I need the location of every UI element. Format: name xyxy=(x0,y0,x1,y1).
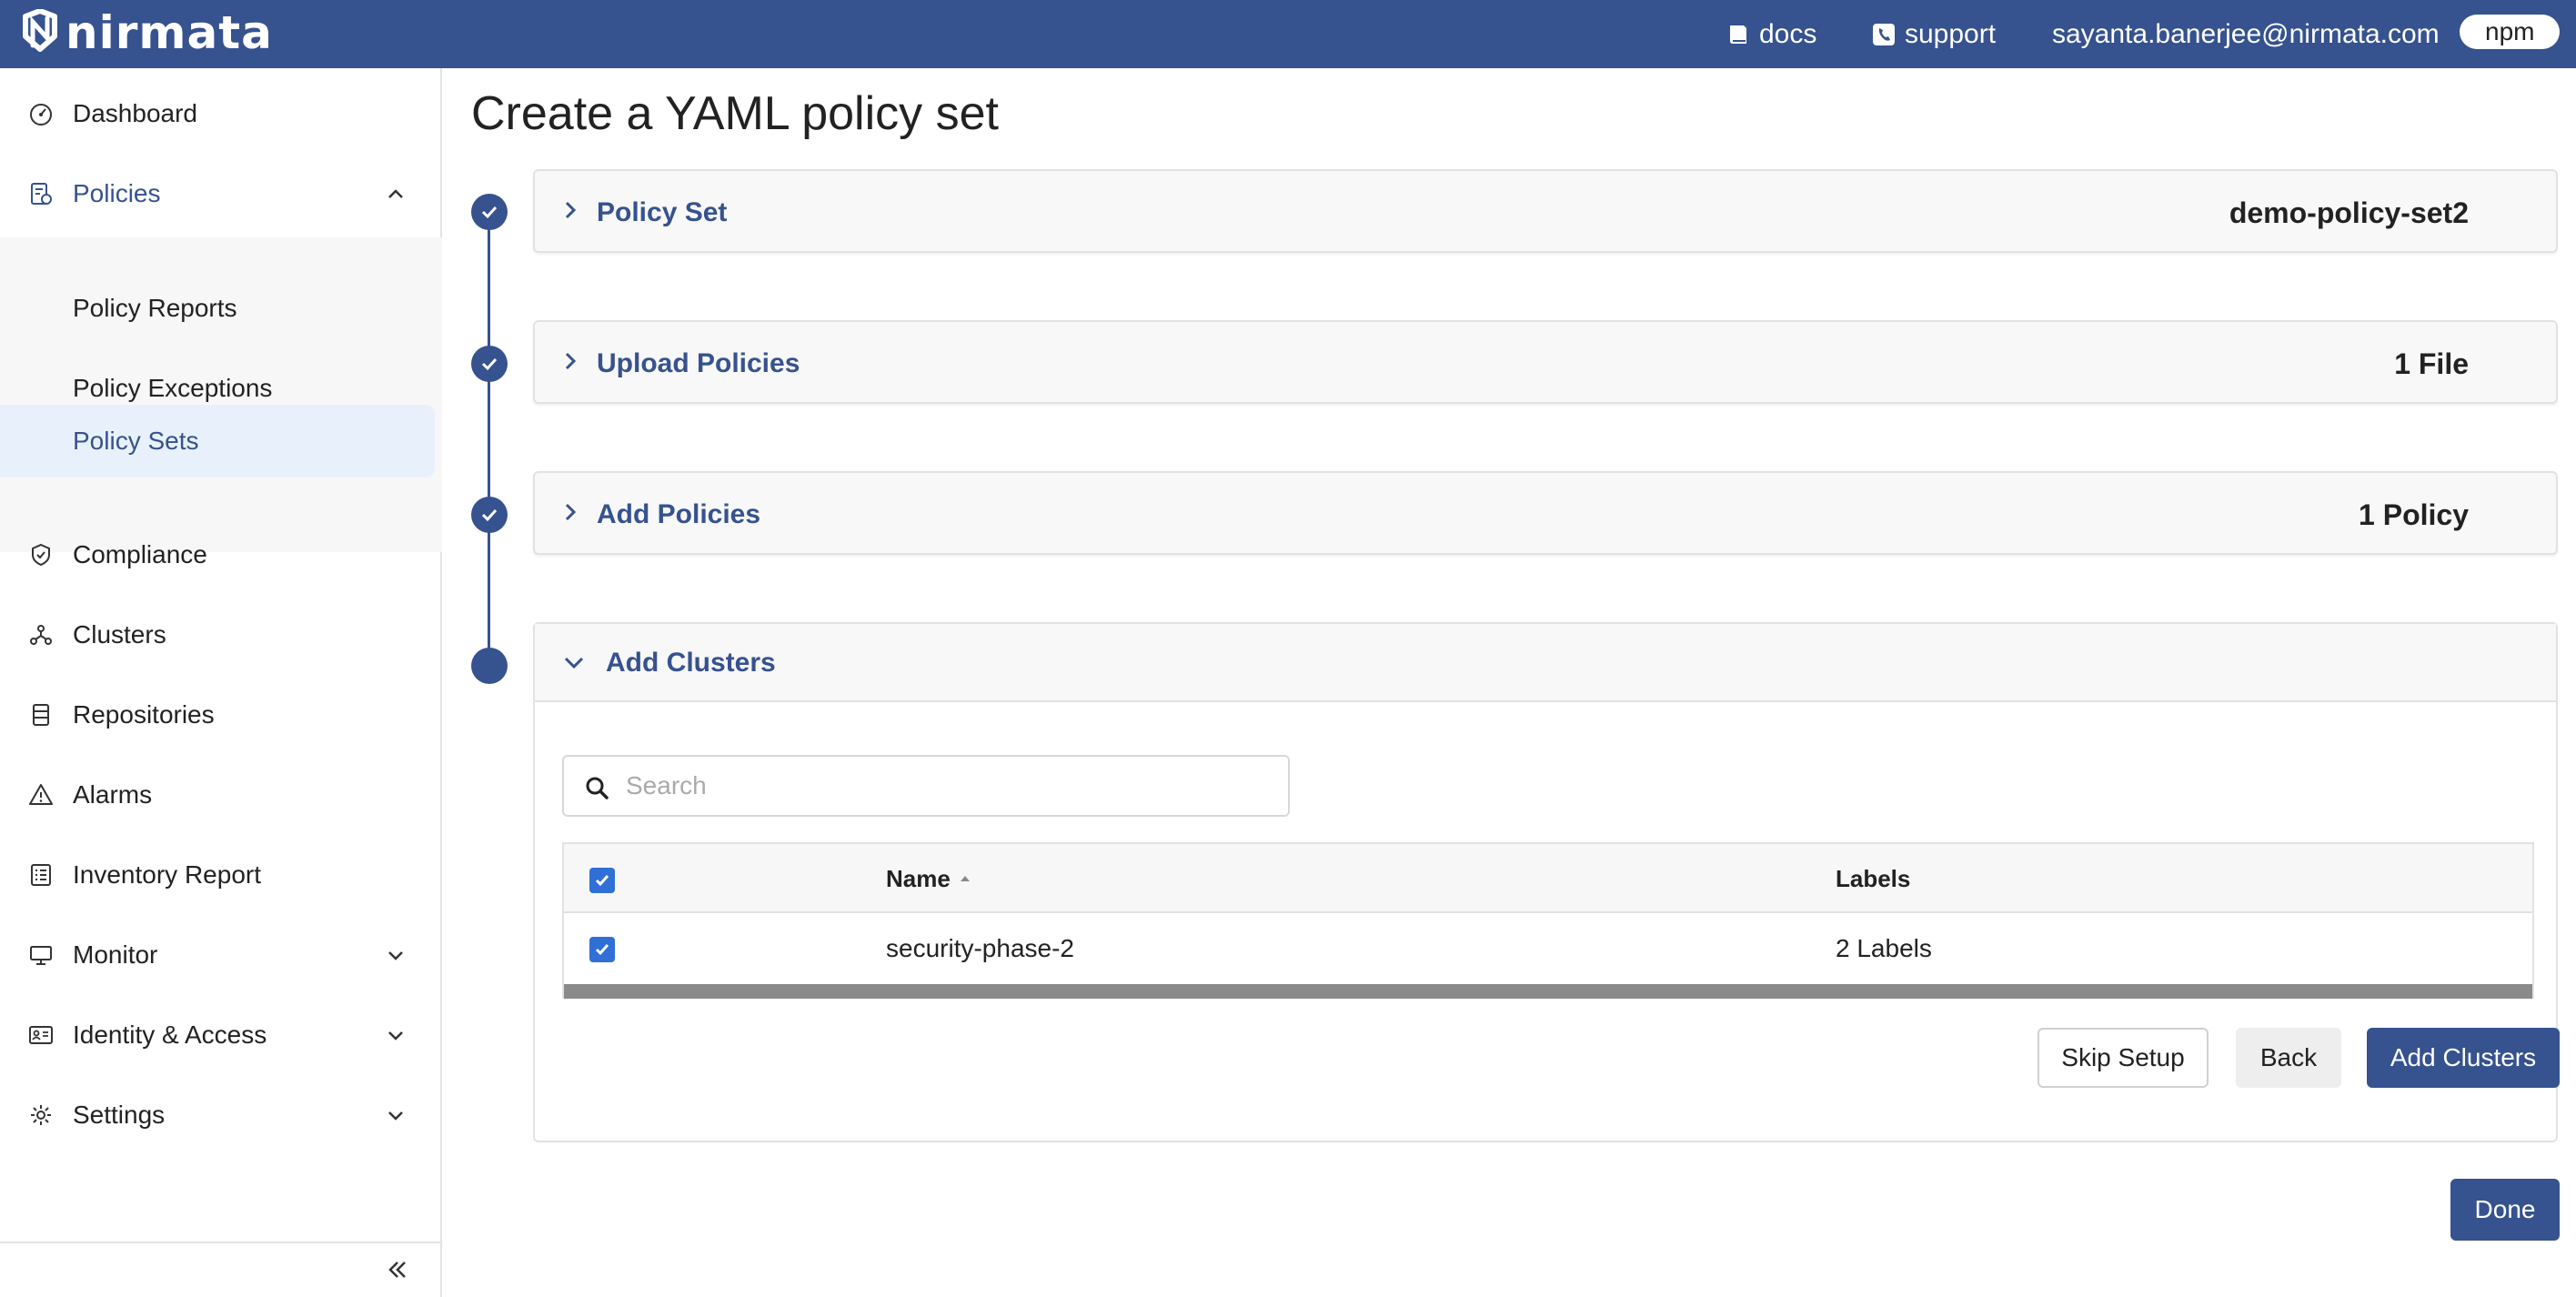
sidebar-item-identity-access[interactable]: Identity & Access xyxy=(0,1008,442,1062)
back-button[interactable]: Back xyxy=(2236,1028,2341,1088)
sidebar-item-label: Alarms xyxy=(73,780,153,809)
search-icon xyxy=(582,773,611,802)
chevron-right-icon[interactable] xyxy=(557,196,584,224)
sidebar-item-compliance[interactable]: Compliance xyxy=(0,528,442,582)
chevron-down-icon[interactable] xyxy=(382,941,409,969)
step-panel-add-policies[interactable]: Add Policies 1 Policy xyxy=(533,471,2558,555)
table-row[interactable]: security-phase-2 2 Labels xyxy=(564,913,2532,984)
done-button[interactable]: Done xyxy=(2450,1179,2560,1241)
docs-label: docs xyxy=(1759,18,1817,49)
add-clusters-button[interactable]: Add Clusters xyxy=(2367,1028,2560,1088)
step-complete-indicator xyxy=(471,346,508,382)
step-summary: 1 Policy xyxy=(2359,498,2469,531)
column-header-name[interactable]: Name xyxy=(886,844,972,913)
gear-icon xyxy=(27,1101,55,1129)
step-title: Add Policies xyxy=(597,499,761,529)
sidebar-item-settings[interactable]: Settings xyxy=(0,1088,442,1142)
column-header-labels[interactable]: Labels xyxy=(1836,844,1910,913)
nirmata-logo[interactable]: nirmata xyxy=(18,5,273,60)
sidebar-item-label: Inventory Report xyxy=(73,860,261,889)
step-summary: 1 File xyxy=(2394,347,2469,380)
step-panel-header[interactable]: Add Clusters xyxy=(535,624,2556,702)
dashboard-icon xyxy=(27,100,55,127)
docs-link[interactable]: docs xyxy=(1726,0,1816,68)
sidebar-item-dashboard[interactable]: Dashboard xyxy=(0,86,442,141)
page-title: Create a YAML policy set xyxy=(471,87,999,140)
support-label: support xyxy=(1905,18,1997,49)
monitor-icon xyxy=(27,941,55,969)
sidebar-subitem-policy-reports[interactable]: Policy Reports xyxy=(73,281,237,336)
id-card-icon xyxy=(27,1021,55,1049)
horizontal-scrollbar[interactable] xyxy=(564,984,2532,999)
sidebar-item-label: Clusters xyxy=(73,620,166,648)
sidebar-item-label: Dashboard xyxy=(73,99,197,127)
column-header-label: Name xyxy=(886,864,951,892)
sidebar-item-monitor[interactable]: Monitor xyxy=(0,928,442,982)
shield-check-icon xyxy=(27,541,55,568)
check-icon xyxy=(595,875,609,887)
row-checkbox[interactable] xyxy=(589,937,615,962)
table-header: Name Labels xyxy=(564,844,2532,913)
sidebar-subitem-policy-sets[interactable]: Policy Sets xyxy=(73,414,199,468)
brand-name: nirmata xyxy=(65,6,273,59)
search-input[interactable] xyxy=(626,766,1263,806)
book-icon xyxy=(1730,25,1746,44)
sidebar-subitem-policy-exceptions[interactable]: Policy Exceptions xyxy=(73,361,272,416)
step-complete-indicator xyxy=(471,497,508,533)
step-panel-add-clusters: Add Clusters Name Labels security-phase-… xyxy=(533,622,2560,1142)
cluster-name: security-phase-2 xyxy=(886,934,1074,962)
step-panel-policy-set[interactable]: Policy Set demo-policy-set2 xyxy=(533,169,2558,253)
step-panel-upload-policies[interactable]: Upload Policies 1 File xyxy=(533,320,2558,404)
chevron-down-icon[interactable] xyxy=(382,1021,409,1049)
check-icon xyxy=(481,508,498,522)
sidebar: Dashboard Policies Policy Reports Policy… xyxy=(0,68,442,1297)
org-pill[interactable]: npm xyxy=(2460,15,2561,49)
sidebar-item-label: Settings xyxy=(73,1101,166,1129)
cluster-search xyxy=(562,755,1290,817)
stepper-line xyxy=(488,211,490,666)
check-icon xyxy=(481,206,498,219)
step-current-indicator xyxy=(471,648,508,684)
top-bar: nirmata docs support sayanta.banerjee@ni… xyxy=(0,0,2576,68)
step-summary: demo-policy-set2 xyxy=(2229,196,2469,229)
chevron-right-icon[interactable] xyxy=(557,498,584,526)
step-title: Add Clusters xyxy=(606,648,776,678)
list-icon xyxy=(27,861,55,889)
step-complete-indicator xyxy=(471,194,508,230)
sidebar-item-repositories[interactable]: Repositories xyxy=(0,688,442,742)
sidebar-item-alarms[interactable]: Alarms xyxy=(0,768,442,822)
cluster-labels: 2 Labels xyxy=(1836,934,1932,962)
nirmata-logo-icon xyxy=(23,9,57,52)
policies-icon xyxy=(27,180,55,207)
repositories-icon xyxy=(27,701,55,729)
phone-icon xyxy=(1873,23,1895,45)
step-title: Policy Set xyxy=(597,197,728,227)
support-link[interactable]: support xyxy=(1872,0,1996,68)
user-email[interactable]: sayanta.banerjee@nirmata.com xyxy=(2052,0,2440,68)
step-title: Upload Policies xyxy=(597,348,800,378)
chevron-right-icon[interactable] xyxy=(557,347,584,375)
sort-ascending-icon xyxy=(960,876,970,881)
selected-indicator xyxy=(0,405,435,478)
skip-setup-button[interactable]: Skip Setup xyxy=(2038,1028,2209,1088)
collapse-sidebar-icon[interactable] xyxy=(382,1254,413,1285)
check-icon xyxy=(595,944,609,956)
clusters-icon xyxy=(27,621,55,648)
sidebar-item-label: Repositories xyxy=(73,700,215,729)
select-all-checkbox[interactable] xyxy=(589,868,615,893)
sidebar-item-label: Policies xyxy=(73,179,161,207)
check-icon xyxy=(481,357,498,371)
sidebar-item-label: Identity & Access xyxy=(73,1021,267,1049)
sidebar-item-inventory-report[interactable]: Inventory Report xyxy=(0,848,442,902)
chevron-down-icon[interactable] xyxy=(382,1101,409,1129)
chevron-down-icon[interactable] xyxy=(560,649,588,677)
sidebar-item-clusters[interactable]: Clusters xyxy=(0,608,442,662)
chevron-up-icon[interactable] xyxy=(382,180,409,207)
sidebar-item-label: Monitor xyxy=(73,940,158,969)
sidebar-item-label: Compliance xyxy=(73,540,207,568)
sidebar-footer xyxy=(0,1242,442,1297)
warning-icon xyxy=(27,781,55,809)
clusters-table: Name Labels security-phase-2 2 Labels xyxy=(562,842,2534,999)
sidebar-item-policies[interactable]: Policies xyxy=(0,166,442,221)
